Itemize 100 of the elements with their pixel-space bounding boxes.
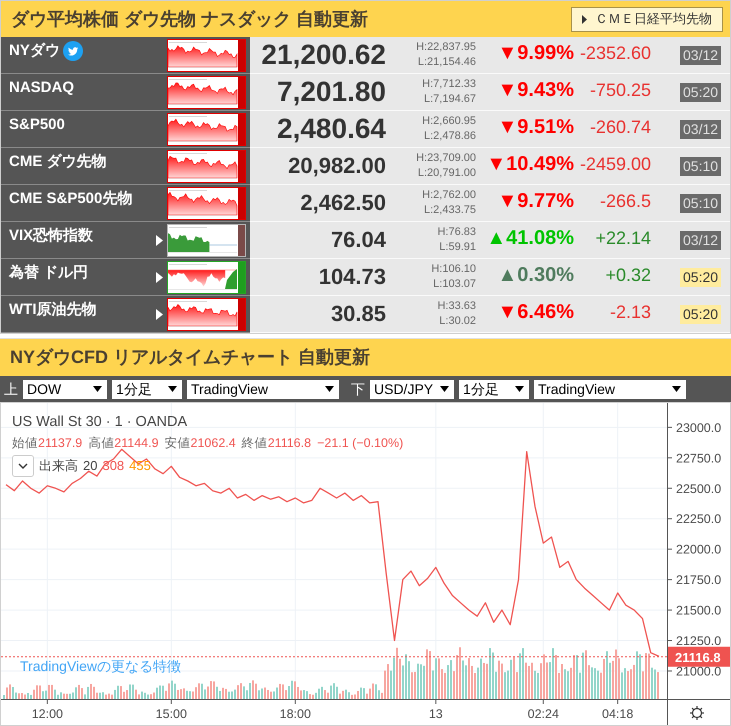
caret-down-icon [325,386,334,392]
percent-change: ▲0.30% [497,265,574,285]
time-axis-label: 02:24 [528,707,559,721]
volume-value: 308 [102,457,124,476]
point-change: -260.74 [590,118,651,136]
ohlc-value: 21144.9 [114,435,159,451]
low-value: L:7,194.67 [424,92,476,107]
caret-down-icon [515,386,524,392]
low-value: L:2,478.86 [424,129,476,144]
collapse-button[interactable] [12,455,34,477]
section-title: NYダウCFD リアルタイムチャート 自動更新 [10,346,370,369]
quote-value: 2,480.64 [277,115,386,143]
caret-right-icon[interactable] [156,308,162,320]
volume-value: 455 [129,457,151,476]
quote-value: 104.73 [318,266,386,288]
volume-period: 20 [83,457,98,476]
high-value: H:76.83 [437,225,476,240]
low-value: L:21,154.46 [418,55,476,70]
ohlc-value: 21116.8 [268,435,312,451]
row-label[interactable]: CME S&P500先物 [9,189,132,209]
price-axis-label: 21500.0 [676,604,722,618]
ohlc-label: 終値 [242,435,268,451]
time-badge: 05:20 [680,82,722,102]
row-label[interactable]: NASDAQ [9,78,74,98]
price-axis-label: 22500.0 [676,482,722,496]
percent-change: ▲41.08% [486,228,574,248]
section-title: ダウ平均株価 ダウ先物 ナスダック 自動更新 [11,8,368,30]
time-axis-label: 13 [428,707,443,721]
high-value: H:7,712.33 [422,77,476,92]
point-change: -266.5 [600,192,651,210]
point-change: -750.25 [590,81,651,99]
time-axis-label: 12:00 [32,707,63,721]
ref-line-label: 21116.8 [675,650,721,665]
percent-change: ▼9.51% [497,117,574,137]
price-axis-label: 21000.0 [676,664,722,678]
high-value: H:106.10 [431,262,476,277]
dropdown[interactable]: TradingView [534,380,686,398]
point-change: -2459.00 [580,155,651,173]
low-value: L:30.02 [439,314,476,329]
point-change: -2.13 [610,303,651,321]
volume-label: 出来高 [39,457,78,476]
low-value: L:20,791.00 [418,166,476,181]
point-change: -2352.60 [580,44,651,62]
ohlc-label: 安値 [164,435,191,451]
dropdown[interactable]: 1分足 [112,380,182,398]
price-axis-label: 22000.0 [676,542,722,557]
bird-icon[interactable] [62,41,83,61]
caret-down-icon [168,386,177,392]
caret-right-icon[interactable] [156,234,162,246]
chevron-down-icon [18,463,28,469]
point-change: +22.14 [595,229,651,247]
low-value: L:59.91 [439,240,476,255]
quote-value: 20,982.00 [288,155,386,177]
percent-change: ▼9.99% [497,43,574,63]
quote-value: 76.04 [330,229,386,251]
high-value: H:33.63 [437,299,476,314]
time-axis-label: 04:18 [602,707,634,721]
price-axis-label: 22250.0 [676,512,722,526]
quote-value: 2,462.50 [300,192,386,214]
row-label[interactable]: CME ダウ先物 [9,152,106,172]
percent-change: ▼9.43% [497,80,574,100]
row-label[interactable]: VIX恐怖指数 [9,226,94,246]
row-label[interactable]: 為替 ドル円 [9,263,88,283]
dropdown[interactable]: TradingView [187,380,339,398]
high-value: H:2,762.00 [422,188,476,203]
percent-change: ▼9.77% [497,191,574,211]
dropdown[interactable]: 1分足 [459,380,529,398]
high-value: H:22,837.95 [416,40,476,55]
time-badge: 05:10 [680,156,722,176]
toolbar-label: 上 [4,382,18,396]
caret-down-icon [440,386,449,392]
point-change: +0.32 [605,266,651,284]
caret-right-icon [582,14,587,24]
ohlc-label: 始値 [12,435,38,451]
price-axis-label: 21250.0 [676,634,722,648]
ohlc-label: 高値 [88,435,114,451]
dropdown[interactable]: DOW [23,380,107,398]
time-axis-label: 18:00 [280,707,311,721]
time-axis-label: 15:00 [156,707,187,721]
time-badge: 05:10 [680,194,722,212]
caret-down-icon [672,386,681,392]
price-change: −21.1 (−0.10%) [317,435,404,451]
ohlc-value: 21137.9 [38,435,82,451]
quote-value: 7,201.80 [277,78,386,106]
last-price-tag: 21116.8 [668,646,730,667]
row-label[interactable]: WTI原油先物 [9,300,96,320]
dropdown[interactable]: USD/JPY [370,380,454,398]
low-value: L:2,433.75 [424,203,476,218]
row-label[interactable]: S&P500 [9,115,65,135]
row-label[interactable]: NYダウ [9,41,60,61]
caret-right-icon[interactable] [156,272,162,282]
percent-change: ▼6.46% [497,302,574,322]
time-badge: 05:20 [680,268,722,286]
settings-icon[interactable] [690,706,704,720]
link-button[interactable]: ＣＭＥ日経平均先物 [571,6,723,32]
price-axis-label: 22750.0 [676,451,722,466]
caret-down-icon [93,386,102,392]
quote-value: 21,200.62 [261,41,386,69]
ohlc-value: 21062.4 [190,435,236,451]
high-value: H:2,660.95 [422,114,476,129]
